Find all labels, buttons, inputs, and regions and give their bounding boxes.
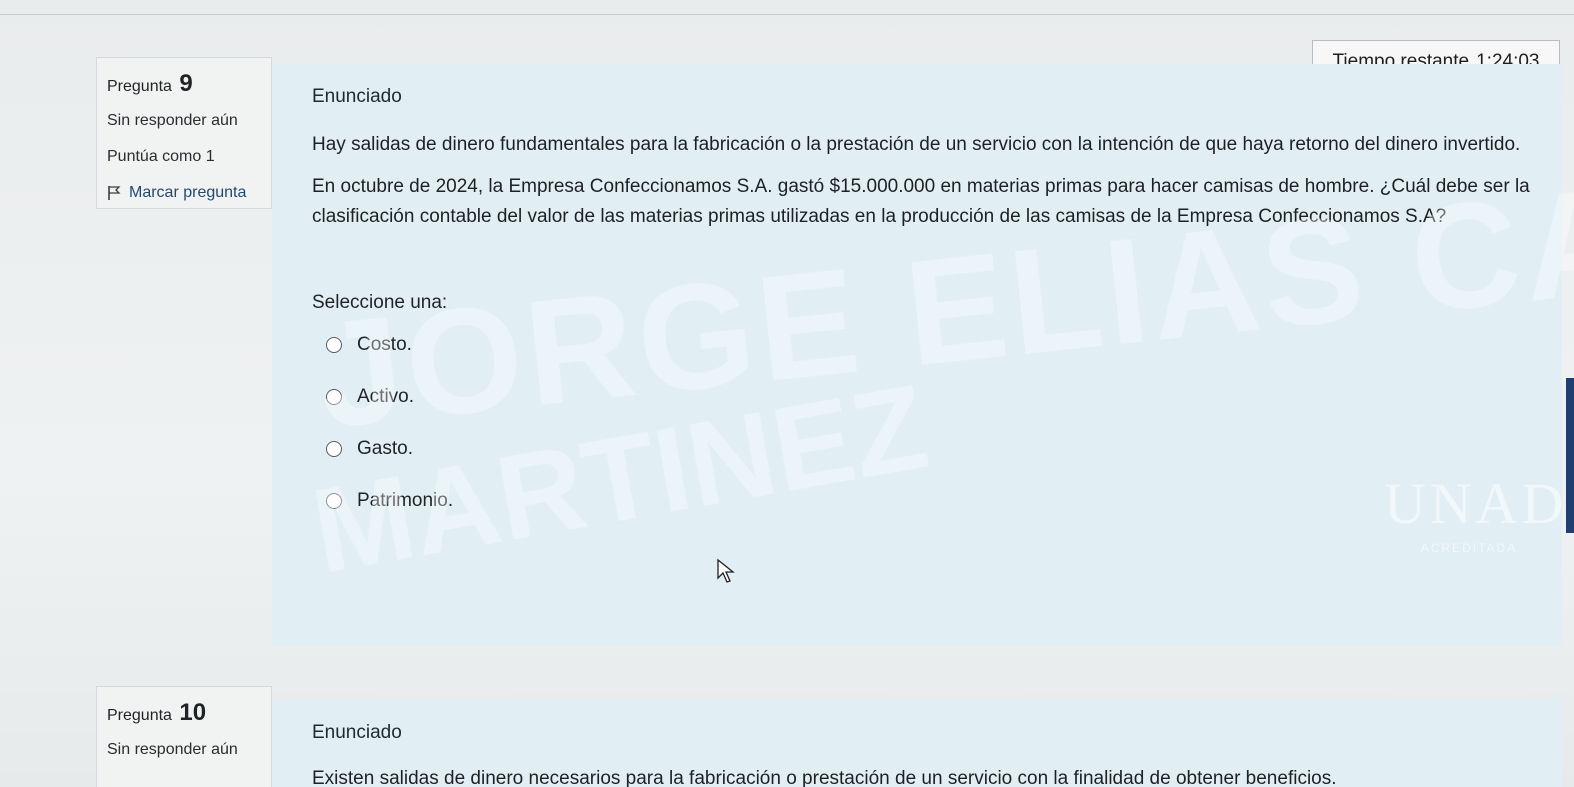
logo-mark: UNAD xyxy=(1384,471,1568,536)
select-one-label: Seleccione una: xyxy=(312,292,448,313)
answer-option-patrimonio[interactable]: Patrimonio. xyxy=(326,490,1534,512)
question-points: Puntúa como 1 xyxy=(107,148,215,165)
top-divider xyxy=(0,14,1574,15)
answer-option-label: Costo. xyxy=(357,334,412,355)
flag-question-link[interactable]: Marcar pregunta xyxy=(107,184,261,202)
answer-option-costo[interactable]: Costo. xyxy=(326,334,1534,356)
radio-button[interactable] xyxy=(326,441,342,457)
question-info-panel: Pregunta 9 Sin responder aún Puntúa como… xyxy=(96,57,272,209)
question-heading: Enunciado xyxy=(312,722,402,743)
question-number: Pregunta 10 xyxy=(107,699,207,726)
mouse-pointer-icon xyxy=(717,558,735,583)
question-info-panel: Pregunta 10 Sin responder aún xyxy=(96,686,272,787)
side-block-handle[interactable] xyxy=(1566,378,1574,533)
flag-question-label: Marcar pregunta xyxy=(129,184,247,201)
unad-logo: UNAD ACREDITADA xyxy=(1384,470,1568,620)
answer-option-label: Patrimonio. xyxy=(357,490,454,511)
logo-tagline: ACREDITADA xyxy=(1420,541,1518,555)
answer-option-gasto[interactable]: Gasto. xyxy=(326,438,1534,460)
question-number: Pregunta 9 xyxy=(107,70,193,97)
question-content: Enunciado Existen salidas de dinero nece… xyxy=(272,700,1562,787)
question-text-1: Existen salidas de dinero necesarios par… xyxy=(312,768,1337,787)
quiz-page: Tiempo restante 1:24:03 Pregunta 9 Sin r… xyxy=(0,0,1574,787)
flag-icon xyxy=(108,186,121,200)
question-content: Enunciado Hay salidas de dinero fundamen… xyxy=(272,64,1562,646)
answer-option-activo[interactable]: Activo. xyxy=(326,386,1534,408)
question-text-2: En octubre de 2024, la Empresa Confeccio… xyxy=(312,176,1530,227)
question-text-1: Hay salidas de dinero fundamentales para… xyxy=(312,134,1521,155)
question-heading: Enunciado xyxy=(312,86,402,107)
answer-option-label: Gasto. xyxy=(357,438,413,459)
radio-button[interactable] xyxy=(326,493,342,509)
question-status: Sin responder aún xyxy=(107,112,238,129)
question-status: Sin responder aún xyxy=(107,741,238,758)
radio-button[interactable] xyxy=(326,337,342,353)
radio-button[interactable] xyxy=(326,389,342,405)
answer-option-label: Activo. xyxy=(357,386,415,407)
